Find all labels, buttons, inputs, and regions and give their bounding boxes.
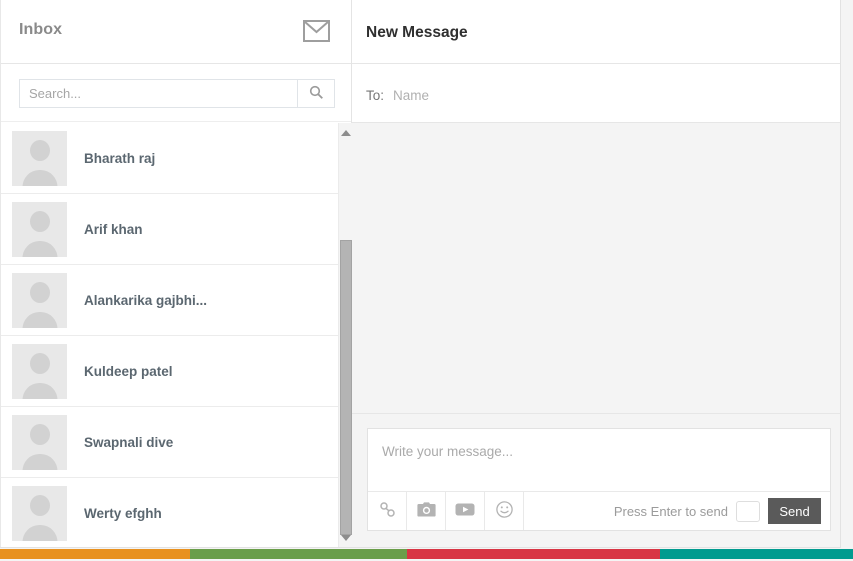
contact-name: Alankarika gajbhi... bbox=[84, 292, 208, 308]
conversation-area bbox=[352, 124, 840, 414]
compose-title: New Message bbox=[366, 24, 468, 41]
compose-panel: New Message To: Name Write your message.… bbox=[352, 0, 840, 547]
search-section bbox=[1, 64, 351, 122]
avatar bbox=[12, 272, 67, 328]
enter-to-send-label: Press Enter to send bbox=[613, 503, 728, 519]
camera-button[interactable] bbox=[407, 492, 446, 530]
avatar-head bbox=[29, 281, 50, 303]
avatar-head bbox=[29, 139, 50, 161]
avatar-body bbox=[22, 311, 57, 328]
contact-list[interactable]: Bharath raj Arif khan Alankarika gajbhi...… bbox=[1, 123, 352, 547]
message-composer: Press Enter to send Send bbox=[367, 428, 831, 531]
avatar-body bbox=[22, 524, 57, 541]
scroll-up-button[interactable] bbox=[339, 125, 352, 141]
send-button[interactable]: Send bbox=[768, 498, 821, 524]
scrollbar-thumb[interactable] bbox=[340, 240, 352, 535]
camera-icon bbox=[416, 501, 436, 521]
avatar-head bbox=[29, 210, 50, 232]
smiley-icon bbox=[495, 501, 513, 521]
avatar-body bbox=[22, 169, 57, 186]
contact-name: Arif khan bbox=[84, 221, 143, 237]
enter-to-send-checkbox[interactable] bbox=[736, 500, 760, 522]
color-bar-segment-teal bbox=[660, 549, 853, 559]
message-input[interactable] bbox=[368, 429, 830, 491]
avatar-body bbox=[22, 240, 57, 257]
avatar bbox=[12, 485, 67, 541]
app-card: Inbox Search... Bharath raj Arif khan Al… bbox=[0, 0, 841, 548]
avatar-body bbox=[22, 453, 57, 470]
search-button[interactable] bbox=[297, 79, 335, 108]
contact-list-item[interactable]: Alankarika gajbhi... bbox=[1, 265, 338, 336]
recipient-row: To: bbox=[352, 64, 840, 123]
compose-header: New Message bbox=[352, 0, 840, 64]
color-bar-segment-red bbox=[407, 549, 660, 559]
search-icon bbox=[309, 85, 324, 103]
avatar bbox=[12, 414, 67, 470]
contact-name: Swapnali dive bbox=[84, 434, 174, 450]
bottom-color-bar bbox=[0, 549, 853, 559]
contact-list-item[interactable]: Werty efghh bbox=[1, 478, 338, 547]
inbox-panel: Inbox Search... Bharath raj Arif khan Al… bbox=[0, 0, 352, 547]
envelope-icon[interactable] bbox=[303, 20, 330, 42]
avatar-head bbox=[29, 352, 50, 374]
avatar bbox=[12, 201, 67, 257]
caret-up-icon bbox=[340, 130, 351, 136]
messaging-app: Inbox Search... Bharath raj Arif khan Al… bbox=[0, 0, 853, 561]
avatar-head bbox=[29, 494, 50, 516]
avatar-body bbox=[22, 382, 57, 399]
to-label: To: bbox=[366, 88, 385, 103]
scroll-down-button[interactable] bbox=[339, 530, 352, 546]
search-input[interactable] bbox=[19, 79, 297, 108]
avatar bbox=[12, 130, 67, 186]
contact-name: Kuldeep patel bbox=[84, 363, 173, 379]
contact-name: Werty efghh bbox=[84, 505, 162, 521]
video-icon bbox=[455, 502, 475, 520]
attach-button[interactable] bbox=[368, 492, 407, 530]
avatar bbox=[12, 343, 67, 399]
search-box bbox=[19, 79, 335, 108]
contact-list-item[interactable]: Kuldeep patel bbox=[1, 336, 338, 407]
link-icon bbox=[379, 501, 396, 521]
avatar-head bbox=[29, 423, 50, 445]
recipient-input[interactable] bbox=[393, 85, 823, 105]
color-bar-segment-orange bbox=[0, 549, 190, 559]
contact-name: Bharath raj bbox=[84, 150, 156, 166]
caret-down-icon bbox=[340, 535, 351, 541]
contact-list-item[interactable]: Bharath raj bbox=[1, 123, 338, 194]
color-bar-segment-green bbox=[190, 549, 407, 559]
video-button[interactable] bbox=[446, 492, 485, 530]
emoji-button[interactable] bbox=[485, 492, 524, 530]
contact-list-item[interactable]: Swapnali dive bbox=[1, 407, 338, 478]
page-title: Inbox bbox=[19, 21, 63, 38]
contact-list-scrollbar[interactable] bbox=[338, 123, 352, 547]
inbox-header: Inbox bbox=[1, 0, 351, 64]
contact-list-item[interactable]: Arif khan bbox=[1, 194, 338, 265]
composer-toolbar: Press Enter to send Send bbox=[368, 491, 830, 530]
